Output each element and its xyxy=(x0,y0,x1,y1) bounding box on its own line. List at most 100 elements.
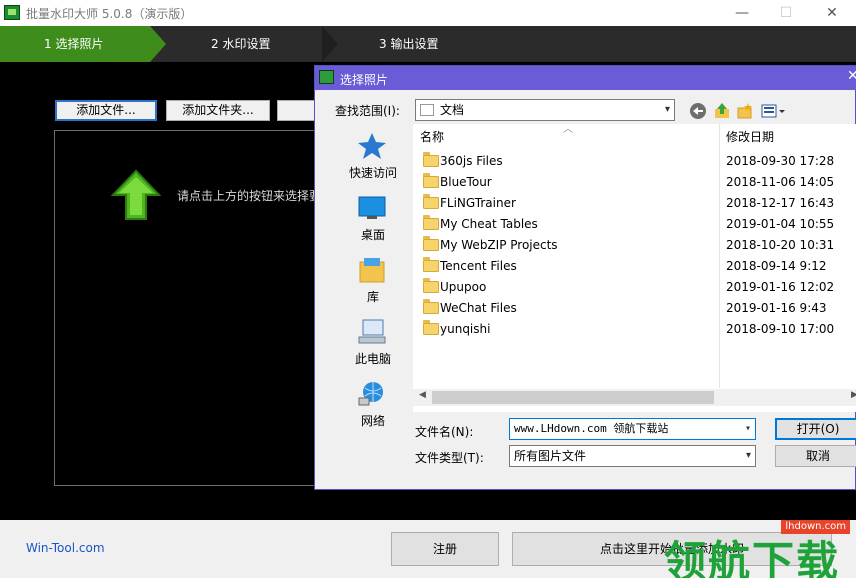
open-button[interactable]: 打开(O) xyxy=(775,418,856,440)
file-name: WeChat Files xyxy=(440,301,517,315)
folder-icon xyxy=(423,152,439,167)
look-in-value: 文档 xyxy=(440,103,465,117)
filename-value: www.LHdown.com 领航下载站 xyxy=(514,422,669,435)
chevron-down-icon: ▾ xyxy=(664,104,670,115)
add-file-button[interactable]: 添加文件... xyxy=(55,100,157,121)
file-date: 2018-09-30 17:28 xyxy=(726,154,835,168)
filename-label: 文件名(N): xyxy=(415,425,474,439)
look-in-select[interactable]: 文档 ▾ xyxy=(415,99,675,121)
step-label: 2 水印设置 xyxy=(211,37,271,51)
desktop-icon xyxy=(358,196,386,219)
file-row[interactable]: WeChat Files 2019-01-16 9:43 xyxy=(413,298,856,319)
file-name: My WebZIP Projects xyxy=(440,238,558,252)
app-icon xyxy=(4,5,20,20)
cancel-button[interactable]: 取消 xyxy=(775,445,856,467)
file-date: 2019-01-16 9:43 xyxy=(726,301,827,315)
file-name: 360js Files xyxy=(440,154,503,168)
drop-hint: 请点击上方的按钮来选择要 xyxy=(177,189,322,203)
sort-ascending-icon: ︿ xyxy=(563,124,573,135)
file-row[interactable]: My WebZIP Projects 2018-10-20 10:31 xyxy=(413,235,856,256)
add-folder-button[interactable]: 添加文件夹... xyxy=(166,100,270,121)
file-row[interactable]: Tencent Files 2018-09-14 9:12 xyxy=(413,256,856,277)
horizontal-scrollbar[interactable]: ◀ ▶ xyxy=(413,389,856,406)
step-label: 3 输出设置 xyxy=(379,37,439,51)
maximize-button[interactable]: ☐ xyxy=(776,4,796,22)
step-select-photos[interactable]: 1 选择照片 xyxy=(0,26,150,62)
place-label: 库 xyxy=(366,290,379,304)
filetype-value: 所有图片文件 xyxy=(514,449,587,463)
file-row[interactable]: My Cheat Tables 2019-01-04 10:55 xyxy=(413,214,856,235)
file-row[interactable]: 360js Files 2018-09-30 17:28 xyxy=(413,151,856,172)
file-list: ︿ 名称 修改日期 360js Files 2018-09-30 17:28 Bl… xyxy=(413,124,856,412)
filetype-select[interactable]: 所有图片文件 ▾ xyxy=(509,445,756,467)
look-in-label: 查找范围(I): xyxy=(335,104,400,118)
app-titlebar: 批量水印大师 5.0.8（演示版） — ☐ ✕ xyxy=(0,0,856,26)
photo-drop-area[interactable]: 请点击上方的按钮来选择要 xyxy=(54,130,344,486)
file-date: 2019-01-16 12:02 xyxy=(726,280,835,294)
select-photos-dialog: 选择照片 ✕ 查找范围(I): 文档 ▾ 快速访问 桌面 库 此电脑 网络 ︿ … xyxy=(314,65,856,490)
file-date: 2018-09-14 9:12 xyxy=(726,259,827,273)
chevron-down-icon: ▾ xyxy=(745,450,751,461)
step-watermark-settings[interactable]: 2 水印设置 xyxy=(211,26,321,62)
folder-icon xyxy=(423,236,439,251)
place-quick-access[interactable]: 快速访问 xyxy=(323,132,417,190)
dialog-title: 选择照片 xyxy=(340,73,389,87)
dialog-close-icon[interactable]: ✕ xyxy=(847,68,856,84)
column-header-name[interactable]: 名称 xyxy=(420,124,444,150)
place-label: 快速访问 xyxy=(348,166,397,180)
place-desktop[interactable]: 桌面 xyxy=(323,194,417,252)
register-button[interactable]: 注册 xyxy=(391,532,499,566)
place-this-pc[interactable]: 此电脑 xyxy=(323,318,417,376)
step-arrow xyxy=(150,26,166,62)
file-name: FLiNGTrainer xyxy=(440,196,516,210)
folder-icon xyxy=(423,320,439,335)
library-icon xyxy=(359,258,385,283)
folder-icon xyxy=(423,173,439,188)
upload-arrow-icon xyxy=(111,169,161,220)
place-network[interactable]: 网络 xyxy=(323,380,417,438)
scroll-right-icon[interactable]: ▶ xyxy=(851,390,856,400)
place-label: 桌面 xyxy=(360,228,385,242)
dialog-titlebar: 选择照片 ✕ xyxy=(315,66,856,90)
minimize-button[interactable]: — xyxy=(732,4,752,22)
chevron-down-icon: ▾ xyxy=(744,423,751,434)
folder-icon xyxy=(423,278,439,293)
star-icon xyxy=(358,133,386,159)
place-label: 此电脑 xyxy=(354,352,391,366)
step-output-settings[interactable]: 3 输出设置 xyxy=(379,26,489,62)
filetype-label: 文件类型(T): xyxy=(415,451,484,465)
view-menu-icon[interactable] xyxy=(761,102,787,120)
app-title: 批量水印大师 5.0.8（演示版） xyxy=(26,7,193,21)
site-watermark: 领航下载 lhdown.com xyxy=(664,520,850,578)
place-library[interactable]: 库 xyxy=(323,256,417,314)
file-row[interactable]: FLiNGTrainer 2018-12-17 16:43 xyxy=(413,193,856,214)
step-arrow xyxy=(322,26,338,62)
up-folder-icon[interactable] xyxy=(713,102,731,120)
file-row[interactable]: BlueTour 2018-11-06 14:05 xyxy=(413,172,856,193)
file-date: 2019-01-04 10:55 xyxy=(726,217,835,231)
folder-icon xyxy=(423,194,439,209)
place-label: 网络 xyxy=(360,414,385,428)
scroll-left-icon[interactable]: ◀ xyxy=(419,390,426,400)
documents-icon xyxy=(420,104,434,116)
file-name: Tencent Files xyxy=(440,259,517,273)
dialog-app-icon xyxy=(319,70,334,84)
step-bar: 1 选择照片 2 水印设置 3 输出设置 xyxy=(0,26,856,62)
file-date: 2018-09-10 17:00 xyxy=(726,322,835,336)
file-name: Upupoo xyxy=(440,280,487,294)
scrollbar-thumb[interactable] xyxy=(432,391,714,404)
file-name: My Cheat Tables xyxy=(440,217,538,231)
computer-icon xyxy=(358,319,386,344)
website-link[interactable]: Win-Tool.com xyxy=(26,541,105,555)
back-icon[interactable] xyxy=(689,102,707,120)
file-row[interactable]: Upupoo 2019-01-16 12:02 xyxy=(413,277,856,298)
file-date: 2018-11-06 14:05 xyxy=(726,175,835,189)
file-name: yunqishi xyxy=(440,322,491,336)
folder-icon xyxy=(423,257,439,272)
file-row[interactable]: yunqishi 2018-09-10 17:00 xyxy=(413,319,856,340)
new-folder-icon[interactable] xyxy=(736,102,754,120)
toolbar-button[interactable] xyxy=(277,100,317,121)
column-header-date[interactable]: 修改日期 xyxy=(726,124,774,150)
close-button[interactable]: ✕ xyxy=(822,4,842,22)
filename-input[interactable]: www.LHdown.com 领航下载站 ▾ xyxy=(509,418,756,440)
